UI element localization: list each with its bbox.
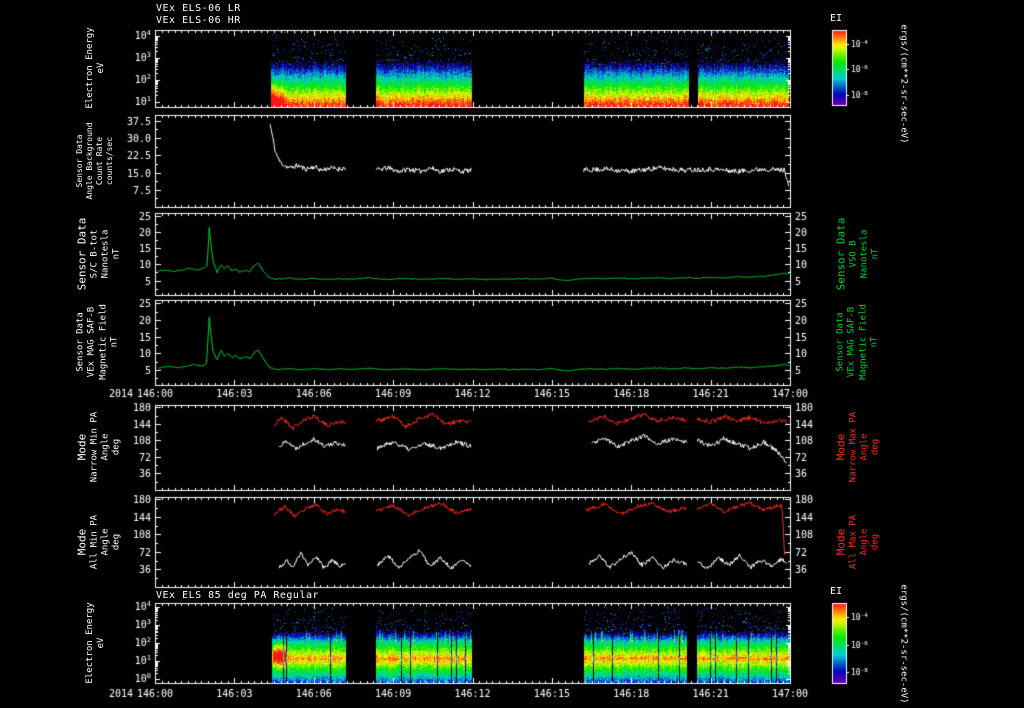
panel7-title: VEx ELS 85 deg PA Regular — [156, 590, 320, 601]
panel1-title-line2: VEx ELS-06 HR — [156, 15, 241, 26]
panel1-title-line1: VEx ELS-06 LR — [156, 3, 241, 14]
panel3-right-axis-label: Sensor Data VSO B Nanotesla nT — [834, 217, 881, 291]
colorbar1-title: EI — [830, 13, 843, 24]
vex-els-dashboard: VEx ELS-06 LR VEx ELS-06 HR VEx ELS 85 d… — [0, 0, 1024, 708]
colorbar2-units-label: ergs/(cm**2-sr-sec-eV) — [898, 584, 909, 704]
panel1-y-axis-label: Electron Energy eV — [84, 27, 106, 109]
panel4-y-axis-label: Sensor Data VEx MAG SAF-B Magnetic Field… — [75, 304, 120, 380]
colorbar2-title: EI — [830, 586, 843, 597]
panel2-y-axis-label: Sensor Data Angle Background Count Rate … — [75, 122, 114, 200]
panel6-right-axis-label: Mode All Max PA Angle deg — [834, 514, 881, 570]
panel6-y-axis-label: Mode All Min PA Angle deg — [75, 514, 122, 570]
panel7-y-axis-label: Electron Energy eV — [84, 602, 106, 684]
panel3-y-axis-label: Sensor Data S/C B-tot Nanotesla nT — [75, 217, 122, 291]
panel4-right-axis-label: Sensor Data VEx MAG SAF-B Magnetic Field… — [835, 304, 880, 380]
colorbar1-units-label: ergs/(cm**2-sr-sec-eV) — [898, 24, 909, 144]
panel5-right-axis-label: Mode Narrow Max PA Angle deg — [834, 411, 881, 483]
panel5-y-axis-label: Mode Narrow Min PA Angle deg — [75, 411, 122, 483]
